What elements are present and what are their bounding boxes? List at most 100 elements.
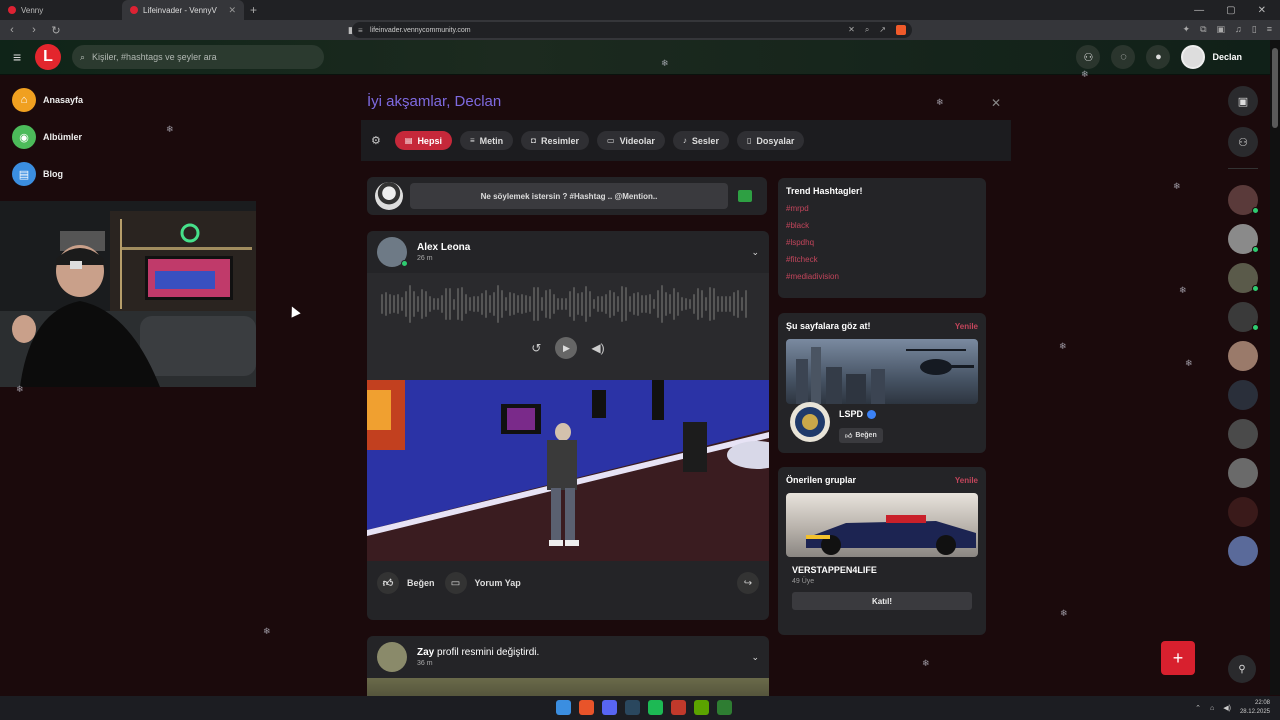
refresh-link[interactable]: Yenile <box>955 322 978 331</box>
join-group-button[interactable]: Katıl! <box>792 592 972 610</box>
volume-tray-icon[interactable]: ◀) <box>1223 704 1231 712</box>
new-tab-icon[interactable]: + <box>250 3 257 17</box>
contact-avatar[interactable] <box>1228 341 1258 371</box>
close-tab-icon[interactable]: ✕ <box>228 5 236 16</box>
post-image[interactable] <box>367 380 769 561</box>
back-icon[interactable]: ‹ <box>6 24 18 36</box>
game-launcher-icon[interactable] <box>694 700 709 715</box>
sidebar-item-home[interactable]: ⌂ Anasayfa <box>12 88 132 112</box>
contact-avatar[interactable] <box>1228 536 1258 566</box>
find-people-icon[interactable]: ⚲ <box>1228 655 1256 683</box>
extension-icon[interactable]: ✦ <box>1183 24 1191 35</box>
wallet-icon[interactable]: ▣ <box>1217 24 1226 35</box>
lifeinvader-logo[interactable]: L <box>35 44 61 70</box>
contact-avatar[interactable] <box>1228 224 1259 254</box>
contact-avatar[interactable] <box>1228 458 1258 488</box>
hashtag-link[interactable]: #mediadivision <box>786 272 978 283</box>
discord-icon[interactable] <box>602 700 617 715</box>
post-options-chevron-icon[interactable]: ⌄ <box>751 247 759 258</box>
friends-group-icon[interactable]: ⚇ <box>1228 127 1258 157</box>
bookmark-icon[interactable]: ▮ <box>348 25 353 36</box>
like-page-button[interactable]: 👍︎ Beğen <box>839 428 883 443</box>
post-author-name[interactable]: Alex Leona <box>417 242 470 253</box>
maximize-icon[interactable]: ▢ <box>1226 5 1235 16</box>
filter-files[interactable]: ▯ Dosyalar <box>736 131 805 150</box>
user-avatar[interactable] <box>1181 45 1206 69</box>
contact-avatar[interactable] <box>1228 185 1259 215</box>
group-name[interactable]: VERSTAPPEN4LIFE <box>786 565 978 575</box>
contact-avatar[interactable] <box>1228 263 1259 293</box>
minimize-icon[interactable]: — <box>1194 5 1204 16</box>
filter-videos[interactable]: ▭ Videolar <box>597 131 665 150</box>
sidebar-icon[interactable]: ▯ <box>1252 24 1257 35</box>
user-name[interactable]: Declan <box>1212 52 1242 62</box>
filter-images[interactable]: ◘ Resimler <box>521 131 589 150</box>
contact-avatar[interactable] <box>1228 497 1258 527</box>
hamburger-menu-icon[interactable]: ≡ <box>13 49 25 65</box>
browser-tab-active[interactable]: Lifeinvader - VennyV ✕ <box>122 0 244 20</box>
post-author-name[interactable]: Zay <box>417 647 434 658</box>
reload-icon[interactable]: ↻ <box>50 24 62 37</box>
scrollbar-thumb[interactable] <box>1272 48 1278 128</box>
refresh-link[interactable]: Yenile <box>955 476 978 485</box>
system-clock[interactable]: 22:08 28.12.2025 <box>1240 699 1270 717</box>
close-window-icon[interactable]: ✕ <box>1258 5 1266 16</box>
hashtag-link[interactable]: #fitcheck <box>786 255 978 266</box>
page-name[interactable]: LSPD <box>839 409 877 419</box>
compose-input[interactable]: Ne söylemek istersin ? #Hashtag .. @Ment… <box>410 183 728 209</box>
audio-waveform[interactable] <box>381 283 751 325</box>
post-options-chevron-icon[interactable]: ⌄ <box>751 652 759 663</box>
windows-start-icon[interactable] <box>556 700 571 715</box>
notifications-bell-icon[interactable]: ● <box>1146 45 1171 69</box>
comment-button[interactable]: ▭ Yorum Yap <box>444 572 521 594</box>
sidebar-item-albums[interactable]: ◉ Albümler <box>12 125 132 149</box>
messenger-icon[interactable]: ▣ <box>1228 86 1258 116</box>
create-post-plus-button[interactable]: + <box>1161 641 1195 675</box>
site-info-icon[interactable]: ≡ <box>358 26 363 35</box>
like-button[interactable]: 👍︎ Beğen <box>377 572 435 594</box>
search-input[interactable] <box>92 52 303 62</box>
post-author-avatar[interactable] <box>377 237 408 267</box>
brave-shields-icon[interactable] <box>896 25 906 35</box>
filter-audio[interactable]: ♪ Sesler <box>672 131 729 150</box>
contact-avatar[interactable] <box>1228 302 1259 332</box>
address-bar[interactable]: ▮ ≡ lifeinvader.vennycommunity.com ✕ ⌕ ↗ <box>348 22 912 38</box>
add-photo-camera-icon[interactable] <box>738 190 752 202</box>
search-box[interactable]: ⌕ <box>72 45 324 69</box>
forward-icon[interactable]: › <box>28 24 40 36</box>
spotify-icon[interactable] <box>648 700 663 715</box>
group-banner-image[interactable] <box>786 493 978 557</box>
filter-all[interactable]: ▤ Hepsi <box>394 131 452 150</box>
contact-avatar[interactable] <box>1228 419 1258 449</box>
hashtag-link[interactable]: #lspdhq <box>786 238 978 249</box>
menu-icon[interactable]: ≡ <box>1267 24 1272 35</box>
page-banner-image[interactable] <box>786 339 978 404</box>
play-icon[interactable]: ▶ <box>555 337 578 359</box>
playlist-icon[interactable]: ♫ <box>1235 24 1242 35</box>
filter-text[interactable]: ≡ Metin <box>459 131 514 150</box>
filter-settings-icon[interactable]: ⚙ <box>371 134 381 147</box>
puzzle-icon[interactable]: ⧉ <box>1200 24 1206 35</box>
hashtag-link[interactable]: #mrpd <box>786 204 978 215</box>
close-greeting-icon[interactable]: ✕ <box>991 96 1001 110</box>
messages-icon[interactable]: ◌ <box>1111 45 1136 69</box>
sidebar-item-blog[interactable]: ▤ Blog <box>12 162 132 186</box>
post-author-avatar[interactable] <box>377 642 407 672</box>
steam-icon[interactable] <box>625 700 640 715</box>
rewind-icon[interactable]: ↺ <box>531 341 541 355</box>
brave-browser-icon[interactable] <box>579 700 594 715</box>
volume-icon[interactable]: ◀) <box>591 341 604 355</box>
stats-app-icon[interactable] <box>717 700 732 715</box>
friends-icon[interactable]: ⚇ <box>1076 45 1101 69</box>
app-icon[interactable] <box>671 700 686 715</box>
network-icon[interactable]: ⌂ <box>1210 705 1214 712</box>
share-page-icon[interactable]: ↗ <box>879 25 886 35</box>
browser-tab[interactable]: Venny <box>0 0 122 20</box>
tray-chevron-icon[interactable]: ⌃ <box>1195 704 1201 712</box>
translate-icon[interactable]: ✕ <box>848 25 855 35</box>
page-scrollbar[interactable] <box>1270 40 1280 695</box>
hashtag-link[interactable]: #black <box>786 221 978 232</box>
share-icon[interactable]: ↪ <box>737 572 759 594</box>
zoom-icon[interactable]: ⌕ <box>865 25 869 35</box>
contact-avatar[interactable] <box>1228 380 1258 410</box>
